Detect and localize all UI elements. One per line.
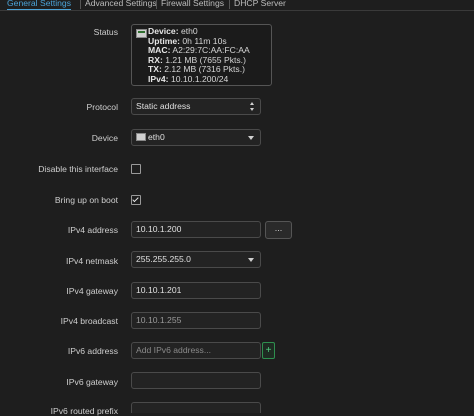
ipv6-address-label: IPv6 address xyxy=(67,346,118,356)
disable-interface-checkbox[interactable] xyxy=(131,164,141,174)
device-select-value: eth0 xyxy=(148,132,165,142)
ipv4-address-more-button[interactable]: ... xyxy=(265,221,292,239)
ipv6-routed-prefix-label: IPv6 routed prefix xyxy=(50,406,118,416)
status-ipv4-value: 10.10.1.200/24 xyxy=(170,73,229,84)
status-mac-value: A2:29:7C:AA:FC:AA xyxy=(172,45,250,55)
status-mac-key: MAC: xyxy=(148,45,171,55)
status-rx-key: RX: xyxy=(148,54,163,65)
tab-advanced-settings[interactable]: Advanced Settings xyxy=(80,0,157,9)
status-ipv4-key: IPv4: xyxy=(148,73,169,84)
tab-firewall-settings[interactable]: Firewall Settings xyxy=(156,0,224,9)
ipv4-broadcast-label: IPv4 broadcast xyxy=(60,316,118,326)
ethernet-port-icon xyxy=(136,133,146,141)
tab-bar: General Settings Advanced Settings Firew… xyxy=(0,0,474,11)
ipv4-address-input[interactable]: 10.10.1.200 xyxy=(131,221,261,238)
bring-up-on-boot-label: Bring up on boot xyxy=(54,195,118,205)
status-uptime-value: 0h 11m 10s xyxy=(182,35,227,46)
ipv4-address-label: IPv4 address xyxy=(67,225,118,235)
status-tx-key: TX: xyxy=(148,64,162,74)
status-device-value: eth0 xyxy=(180,26,198,36)
protocol-select[interactable]: Static address xyxy=(131,98,261,115)
ipv4-netmask-label: IPv4 netmask xyxy=(65,256,118,266)
tab-dhcp-server[interactable]: DHCP Server xyxy=(229,0,286,9)
tab-general-settings[interactable]: General Settings xyxy=(7,0,72,10)
ipv4-netmask-select[interactable]: 255.255.255.0 xyxy=(131,251,261,268)
device-select[interactable]: eth0 xyxy=(131,129,261,146)
status-uptime-key: Uptime: xyxy=(148,35,180,46)
ipv4-gateway-input[interactable]: 10.10.1.201 xyxy=(131,282,261,299)
status-tx-value: 2.12 MB (7316 Pkts.) xyxy=(164,64,245,74)
device-label: Device xyxy=(91,133,118,143)
bring-up-on-boot-checkbox[interactable] xyxy=(131,195,141,205)
ipv6-routed-prefix-input[interactable] xyxy=(131,402,261,413)
ipv4-gateway-label: IPv4 gateway xyxy=(66,286,118,296)
ethernet-port-icon xyxy=(136,29,147,38)
add-ipv6-address-button[interactable]: + xyxy=(262,342,275,359)
disable-interface-label: Disable this interface xyxy=(38,164,118,174)
status-device-key: Device: xyxy=(148,26,179,36)
status-ipv4-line: IPv4: 10.10.1.200/24 xyxy=(148,73,229,85)
status-rx-value: 1.21 MB (7655 Pkts.) xyxy=(165,54,246,65)
ipv6-gateway-input[interactable] xyxy=(131,372,261,389)
protocol-label: Protocol xyxy=(86,102,118,112)
ipv6-gateway-label: IPv6 gateway xyxy=(66,377,118,387)
ipv6-address-input[interactable]: Add IPv6 address... xyxy=(131,342,261,359)
ipv4-broadcast-input[interactable]: 10.10.1.255 xyxy=(131,312,261,329)
status-label: Status xyxy=(93,27,118,37)
status-box: Device: eth0 Uptime: 0h 11m 10s MAC: A2:… xyxy=(131,24,272,86)
